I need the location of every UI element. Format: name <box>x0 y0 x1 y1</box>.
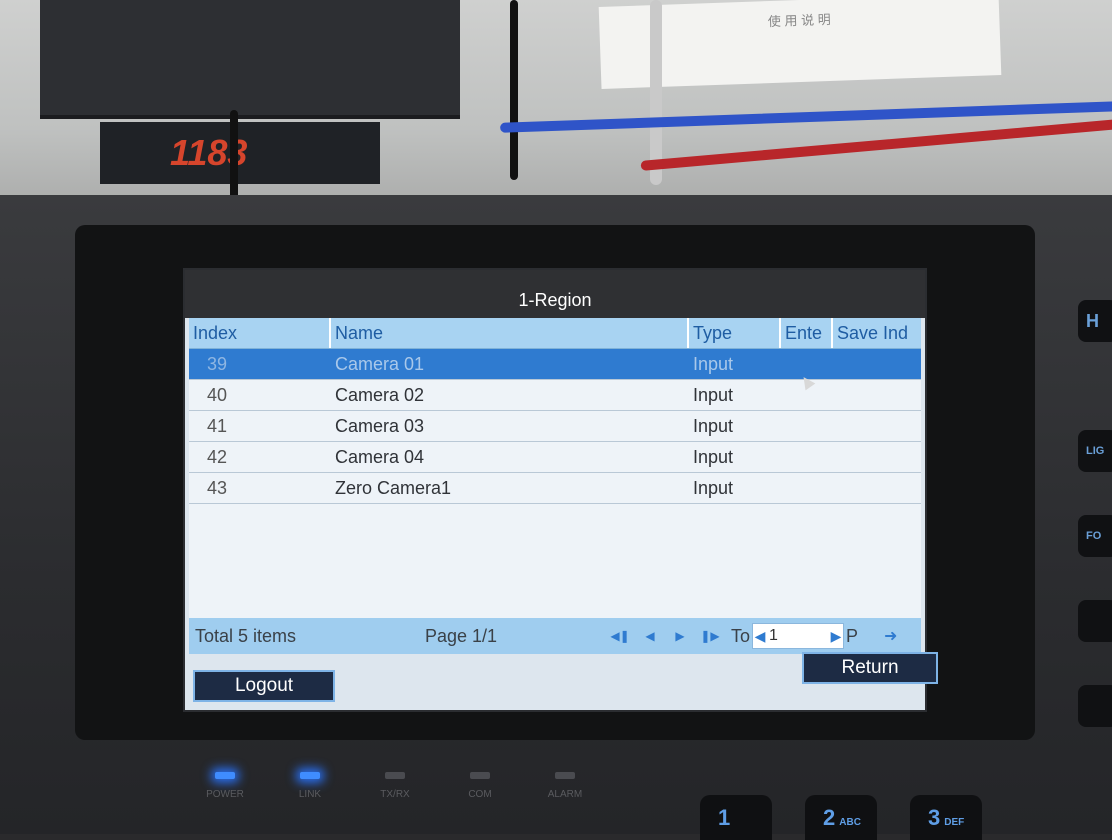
go-arrow-icon[interactable]: ➜ <box>884 626 897 646</box>
table-row[interactable]: 41 Camera 03 Input <box>189 411 921 442</box>
chevron-right-icon[interactable]: ▶ <box>829 628 843 645</box>
router-device <box>40 0 460 119</box>
cell-type: Input <box>693 354 734 374</box>
led-com: COM <box>450 772 510 800</box>
hotline-label: 1183 <box>100 122 380 184</box>
cell-index: 42 <box>207 447 228 467</box>
cell-name: Camera 01 <box>335 354 425 374</box>
cell-name: Camera 02 <box>335 385 425 405</box>
next-page-icon[interactable]: ▶ <box>665 629 695 643</box>
cell-type: Input <box>693 447 734 467</box>
side-button-focus[interactable]: FO <box>1078 515 1112 557</box>
key-3[interactable]: 3 DEF <box>910 795 982 840</box>
key-1[interactable]: 1 <box>700 795 772 840</box>
device-screen: 1-Region Index Name Type Ente Save Ind 3… <box>183 268 938 712</box>
column-index[interactable]: Index <box>189 318 331 348</box>
table-row[interactable]: 42 Camera 04 Input <box>189 442 921 473</box>
side-button[interactable] <box>1078 600 1112 642</box>
column-save-index[interactable]: Save Ind <box>833 318 921 348</box>
table-row[interactable]: 39 Camera 01 Input <box>189 349 921 380</box>
cell-index: 41 <box>207 416 228 436</box>
camera-table: Index Name Type Ente Save Ind 39 Camera … <box>189 318 921 618</box>
side-button[interactable] <box>1078 685 1112 727</box>
key-2[interactable]: 2 ABC <box>805 795 877 840</box>
cell-name: Camera 04 <box>335 447 425 467</box>
led-alarm: ALARM <box>535 772 595 800</box>
led-txrx: TX/RX <box>365 772 425 800</box>
page-number-value: 1 <box>769 627 778 644</box>
cell-type: Input <box>693 416 734 436</box>
column-enter[interactable]: Ente <box>781 318 833 348</box>
cell-type: Input <box>693 385 734 405</box>
to-label: To <box>731 625 751 646</box>
keypad: 1 2 ABC 3 DEF <box>700 795 1100 840</box>
cable <box>650 0 662 185</box>
led-power: POWER <box>195 772 255 800</box>
return-button[interactable]: Return <box>802 652 938 684</box>
led-link: LINK <box>280 772 340 800</box>
cell-index: 43 <box>207 478 228 498</box>
table-row[interactable]: 43 Zero Camera1 Input <box>189 473 921 504</box>
chevron-left-icon[interactable]: ◀ <box>753 628 767 645</box>
prev-page-icon[interactable]: ◀ <box>635 629 665 643</box>
column-type[interactable]: Type <box>689 318 781 348</box>
cell-name: Zero Camera1 <box>335 478 452 498</box>
cell-name: Camera 03 <box>335 416 425 436</box>
side-logo: H <box>1078 300 1112 342</box>
cell-index: 40 <box>207 385 228 405</box>
window-title: 1-Region <box>185 270 925 318</box>
cell-index: 39 <box>207 354 228 374</box>
cell-type: Input <box>693 478 734 498</box>
total-items: Total 5 items <box>195 625 297 646</box>
logout-button[interactable]: Logout <box>193 670 335 702</box>
page-indicator: Page 1/1 <box>425 625 498 646</box>
pagination-bar: Total 5 items Page 1/1 ◀❚ ◀ ▶ ❚▶ To ◀ 1 … <box>189 618 921 654</box>
status-leds: POWER LINK TX/RX COM ALARM <box>195 772 645 812</box>
last-page-icon[interactable]: ❚▶ <box>695 629 725 643</box>
page-suffix-label: P <box>846 625 859 646</box>
side-button-light[interactable]: LIG <box>1078 430 1112 472</box>
cable <box>510 0 518 180</box>
column-name[interactable]: Name <box>331 318 689 348</box>
page-number-input[interactable]: ◀ 1 ▶ <box>752 623 845 649</box>
table-header: Index Name Type Ente Save Ind <box>189 318 921 349</box>
first-page-icon[interactable]: ◀❚ <box>605 629 635 643</box>
